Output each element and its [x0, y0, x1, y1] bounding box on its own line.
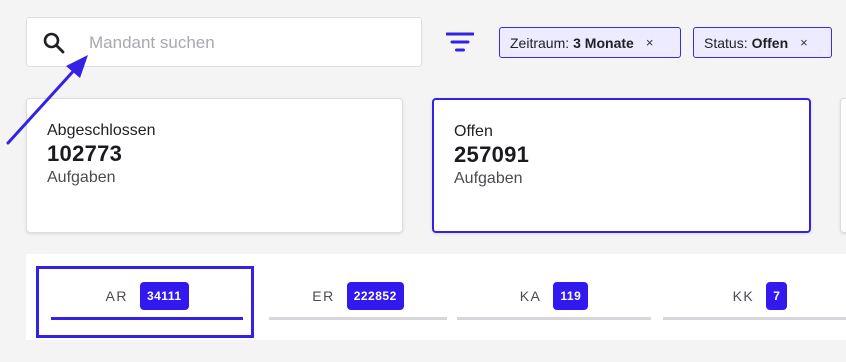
tab-count-badge: 7: [766, 282, 788, 310]
card-value: 257091: [454, 142, 530, 167]
tab-count-badge: 119: [553, 282, 589, 310]
tab-er[interactable]: ER 222852: [269, 254, 447, 340]
filter-chip-status[interactable]: Status: Offen ×: [693, 27, 832, 58]
tab-underline: [269, 317, 447, 320]
tab-count-badge: 222852: [346, 282, 404, 310]
tab-underline: [51, 317, 243, 320]
search-input[interactable]: [89, 28, 409, 58]
tab-count-badge: 34111: [139, 282, 189, 310]
chip-key: Status:: [704, 34, 748, 51]
tab-label: KA: [519, 288, 542, 304]
stat-card-partial[interactable]: [840, 98, 846, 233]
tab-underline: [457, 317, 651, 320]
tab-label: ER: [312, 288, 335, 304]
search-icon: [43, 32, 65, 54]
tab-underline: [663, 317, 846, 320]
chip-key: Zeitraum:: [510, 34, 570, 51]
close-icon[interactable]: ×: [800, 36, 808, 49]
stat-card-offen[interactable]: Offen 257091 Aufgaben: [432, 98, 811, 233]
stat-card-abgeschlossen[interactable]: Abgeschlossen 102773 Aufgaben: [26, 98, 403, 233]
chip-value: 3 Monate: [573, 34, 634, 51]
filter-icon[interactable]: [446, 31, 474, 53]
card-sublabel: Aufgaben: [454, 170, 523, 187]
tab-ka[interactable]: KA 119: [457, 254, 651, 340]
search-box[interactable]: [26, 17, 422, 67]
tab-kk[interactable]: KK 7: [663, 254, 846, 340]
tabs-strip: AR 34111 ER 222852 KA 119 KK 7: [26, 254, 846, 340]
tab-ar[interactable]: AR 34111: [51, 254, 243, 340]
card-value: 102773: [47, 141, 123, 166]
filter-chip-zeitraum[interactable]: Zeitraum: 3 Monate ×: [499, 27, 681, 58]
tab-label: AR: [105, 288, 128, 304]
tab-label: KK: [732, 288, 755, 304]
card-label: Abgeschlossen: [47, 122, 156, 139]
card-sublabel: Aufgaben: [47, 169, 116, 186]
card-label: Offen: [454, 123, 493, 140]
close-icon[interactable]: ×: [646, 36, 654, 49]
chip-value: Offen: [751, 34, 789, 51]
